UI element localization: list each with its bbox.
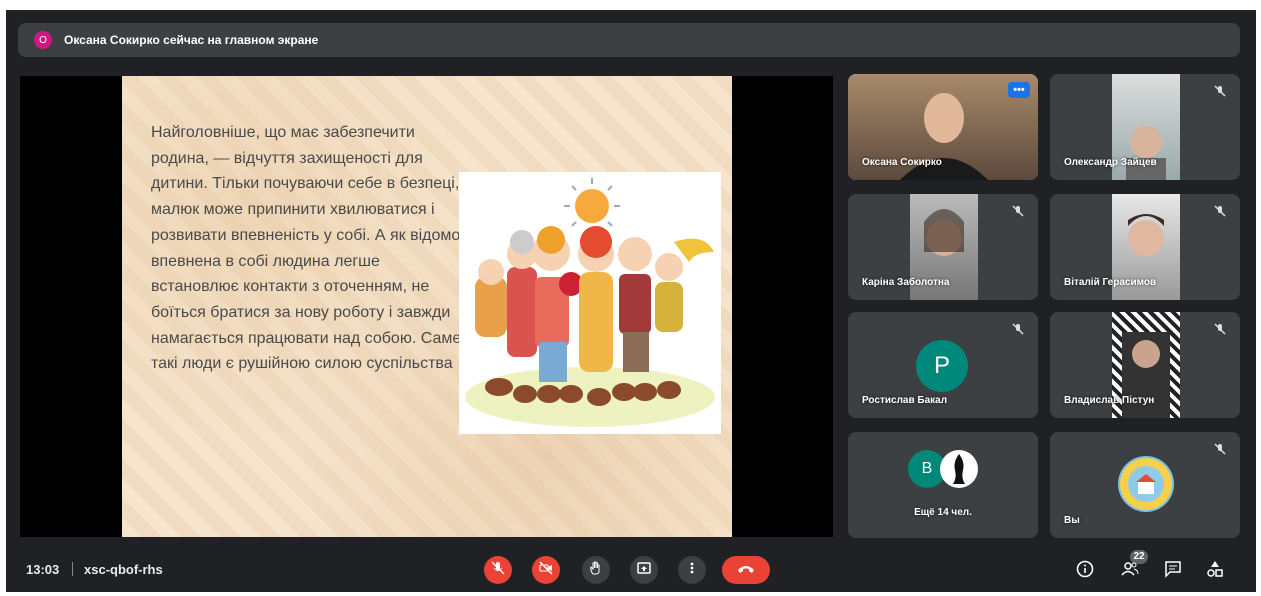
more-options-button[interactable] bbox=[678, 556, 706, 584]
more-participants-tile[interactable]: B Ещё 14 чел. bbox=[848, 432, 1038, 538]
activities-icon bbox=[1206, 560, 1224, 583]
sun-drawing bbox=[564, 178, 620, 234]
participant-tile-vladyslav[interactable]: Владислав Пістун bbox=[1050, 312, 1240, 418]
call-end-icon bbox=[737, 561, 755, 579]
divider bbox=[72, 562, 73, 576]
bottom-toolbar: 13:03 xsc-qbof-rhs 22 bbox=[6, 548, 1256, 592]
meeting-clock: 13:03 bbox=[26, 562, 60, 577]
participant-name: Каріна Заболотна bbox=[862, 277, 950, 288]
chat-icon bbox=[1164, 560, 1182, 583]
camera-off-icon bbox=[539, 560, 553, 580]
people-icon bbox=[1121, 560, 1139, 583]
presentation-slide: Найголовніше, що має забезпечити родина,… bbox=[122, 76, 732, 537]
activities-button[interactable] bbox=[1204, 560, 1226, 582]
hand-icon bbox=[589, 561, 603, 580]
participant-name: Оксана Сокирко bbox=[862, 157, 942, 168]
presenting-banner-text: Оксана Сокирко сейчас на главном экране bbox=[64, 33, 319, 47]
meeting-details-button[interactable] bbox=[1074, 560, 1096, 582]
mic-off-icon bbox=[1214, 322, 1226, 340]
presentation-stage: Найголовніше, що має забезпечити родина,… bbox=[20, 76, 833, 537]
chat-button[interactable] bbox=[1162, 560, 1184, 582]
participant-tile-karina[interactable]: Каріна Заболотна bbox=[848, 194, 1038, 300]
camera-toggle-button[interactable] bbox=[532, 556, 560, 584]
present-icon bbox=[637, 561, 651, 580]
participant-tile-vitaliy[interactable]: Віталій Герасимов bbox=[1050, 194, 1240, 300]
leave-call-button[interactable] bbox=[722, 556, 770, 584]
raise-hand-button[interactable] bbox=[582, 556, 610, 584]
show-everyone-button[interactable] bbox=[1119, 560, 1141, 582]
participant-tile-oleksandr[interactable]: Олександр Зайцев bbox=[1050, 74, 1240, 180]
mic-off-icon bbox=[1214, 204, 1226, 222]
more-vert-icon bbox=[685, 561, 699, 580]
more-options-button[interactable]: ••• bbox=[1008, 82, 1030, 98]
participant-name: Вы bbox=[1064, 515, 1080, 526]
family-illustration bbox=[459, 172, 721, 434]
mic-off-icon bbox=[491, 560, 505, 580]
presenter-avatar: O bbox=[34, 31, 52, 49]
info-icon bbox=[1076, 560, 1094, 583]
participant-name: Олександр Зайцев bbox=[1064, 157, 1157, 168]
participant-avatar-image bbox=[940, 450, 978, 488]
participant-name: Ростислав Бакал bbox=[862, 395, 948, 406]
self-avatar bbox=[1118, 456, 1174, 512]
participant-tile-oksana[interactable]: ••• Оксана Сокирко bbox=[848, 74, 1038, 180]
participant-name: Владислав Пістун bbox=[1064, 395, 1155, 406]
mic-off-icon bbox=[1012, 322, 1024, 340]
participant-tile-self[interactable]: Вы bbox=[1050, 432, 1240, 538]
participant-name: Ещё 14 чел. bbox=[914, 507, 972, 518]
participant-name: Віталій Герасимов bbox=[1064, 277, 1157, 288]
meeting-code: xsc-qbof-rhs bbox=[84, 562, 163, 577]
participant-tile-rostyslav[interactable]: P Ростислав Бакал bbox=[848, 312, 1038, 418]
participant-avatar: P bbox=[916, 340, 968, 392]
mic-toggle-button[interactable] bbox=[484, 556, 512, 584]
mic-off-icon bbox=[1214, 84, 1226, 102]
meet-window: O Оксана Сокирко сейчас на главном экран… bbox=[6, 10, 1256, 592]
presenting-banner: O Оксана Сокирко сейчас на главном экран… bbox=[18, 23, 1240, 57]
mic-off-icon bbox=[1012, 204, 1024, 222]
mic-off-icon bbox=[1214, 442, 1226, 460]
slide-text: Найголовніше, що має забезпечити родина,… bbox=[151, 124, 465, 373]
present-now-button[interactable] bbox=[630, 556, 658, 584]
